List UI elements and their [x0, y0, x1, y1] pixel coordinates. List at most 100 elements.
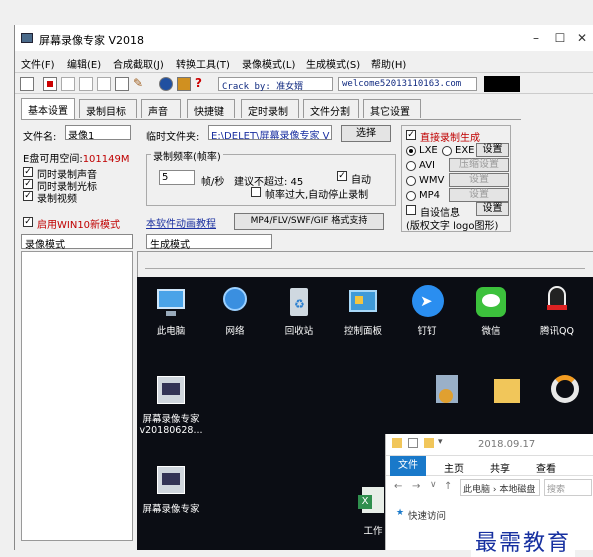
desktop-icon-recorder-2[interactable]: 屏幕录像专家	[139, 463, 203, 515]
recorder-app-icon	[154, 373, 188, 407]
desktop-icon-installer[interactable]	[417, 373, 477, 411]
menu-edit[interactable]: 编辑(E)	[67, 56, 101, 71]
desktop-icon-control-panel[interactable]: 控制面板	[333, 285, 393, 337]
menu-file[interactable]: 文件(F)	[21, 56, 55, 71]
ribbon-tab-file[interactable]: 文件	[390, 456, 426, 476]
desktop-icon-computer[interactable]: 此电脑	[141, 285, 201, 337]
play-icon[interactable]	[97, 77, 111, 91]
address-bar-row: ← → ∨ ↑ 此电脑 › 本地磁盘 搜索	[386, 477, 593, 499]
select-folder-button[interactable]: 选择	[341, 125, 391, 142]
tab-divider	[21, 119, 521, 120]
tutorial-link[interactable]: 本软件动画教程	[146, 215, 216, 230]
ribbon-tab-share[interactable]: 共享	[490, 460, 510, 475]
properties-icon[interactable]	[408, 438, 418, 448]
new-file-icon[interactable]	[20, 77, 34, 91]
mp4-settings-button[interactable]: 设置	[449, 188, 509, 202]
record-list-pane[interactable]	[21, 251, 133, 541]
menu-tools[interactable]: 转换工具(T)	[176, 56, 230, 71]
up-icon[interactable]: ↑	[444, 481, 452, 492]
auto-stop-checkbox[interactable]	[251, 187, 261, 197]
desktop-preview: 此电脑 网络 ♻ 回收站 控制面板 ➤ 钉钉 微信 腾讯QQ 屏幕录像专家 v2…	[137, 277, 593, 550]
recent-dropdown-icon[interactable]: ∨	[430, 480, 437, 490]
settings-icon[interactable]	[177, 77, 191, 91]
filename-input[interactable]: 录像1	[65, 125, 131, 140]
desktop-icon-label: 控制面板	[343, 326, 382, 337]
stop-icon[interactable]	[79, 77, 93, 91]
tab-other[interactable]: 其它设置	[363, 99, 421, 118]
auto-stop-label: 帧率过大,自动停止录制	[265, 190, 369, 201]
qat-dropdown-icon[interactable]: ▾	[438, 437, 443, 447]
menu-compose[interactable]: 合成截取(J)	[113, 56, 164, 71]
record-icon[interactable]	[43, 77, 57, 91]
desktop-icon-dingtalk[interactable]: ➤ 钉钉	[397, 285, 457, 337]
auto-fps-checkbox[interactable]: ✓	[337, 171, 347, 181]
control-panel-icon	[346, 285, 380, 319]
record-video-checkbox[interactable]: ✓	[23, 191, 33, 201]
desktop-icon-overwatch[interactable]	[535, 373, 593, 411]
tab-target[interactable]: 录制目标	[79, 99, 137, 118]
lxe-settings-button[interactable]: 设置	[476, 143, 509, 157]
desktop-icon-wechat[interactable]: 微信	[461, 285, 521, 337]
format-wmv-radio[interactable]	[406, 176, 416, 186]
ribbon-tab-view[interactable]: 查看	[536, 460, 556, 475]
toolbar: ✎ ? Crack by: 准女婿 welcome52013110163.com	[15, 72, 593, 94]
format-lxe-radio[interactable]	[406, 146, 416, 156]
record-sound-checkbox[interactable]: ✓	[23, 167, 33, 177]
direct-generate-checkbox[interactable]: ✓	[406, 130, 416, 140]
auto-info-settings-button[interactable]: 设置	[476, 202, 509, 216]
format-mp4-radio[interactable]	[406, 191, 416, 201]
format-exe-label: EXE	[455, 145, 475, 156]
ribbon-tabs: 文件 主页 共享 查看	[386, 456, 593, 476]
copyright-note: (版权文字 logo图形)	[406, 221, 499, 232]
desktop-icon-label: 回收站	[284, 326, 314, 337]
format-exe-radio[interactable]	[442, 146, 452, 156]
desktop-icon-recycle-bin[interactable]: ♻ 回收站	[269, 285, 329, 337]
desktop-icon-qq[interactable]: 腾讯QQ	[527, 285, 587, 337]
desktop-icon-recorder-1[interactable]: 屏幕录像专家 v20180628...	[139, 373, 203, 436]
globe-icon[interactable]	[159, 77, 173, 91]
format-avi-radio[interactable]	[406, 161, 416, 171]
tab-hotkey[interactable]: 快捷键	[187, 99, 235, 118]
desktop-icon-label: 网络	[225, 326, 245, 337]
menu-help[interactable]: 帮助(H)	[371, 56, 406, 71]
menu-generate-mode[interactable]: 生成模式(S)	[306, 56, 360, 71]
edit-icon[interactable]	[115, 77, 129, 91]
explorer-titlebar: ▾ 2018.09.17	[386, 434, 593, 456]
tab-sound[interactable]: 声音	[141, 99, 181, 118]
desktop-icon-network[interactable]: 网络	[205, 285, 265, 337]
close-icon[interactable]: ✕	[571, 29, 593, 47]
win10-mode-label: 启用WIN10新模式	[37, 220, 121, 231]
win10-mode-checkbox[interactable]: ✓	[23, 217, 33, 227]
filename-label: 文件名:	[23, 132, 57, 143]
new-folder-icon[interactable]	[424, 438, 434, 448]
address-bar[interactable]: 此电脑 › 本地磁盘	[460, 479, 540, 496]
record-cursor-checkbox[interactable]: ✓	[23, 179, 33, 189]
wmv-settings-button[interactable]: 设置	[449, 173, 509, 187]
pause-icon[interactable]	[61, 77, 75, 91]
timeline-ruler[interactable]	[145, 255, 585, 269]
forward-icon[interactable]: →	[412, 481, 420, 492]
desktop-icon-folder[interactable]	[477, 373, 537, 411]
fps-input[interactable]: 5	[159, 170, 195, 185]
record-mode-bar[interactable]: 录像模式	[21, 234, 133, 251]
tempdir-input[interactable]: E:\DELET\屏幕录像专家 V	[208, 125, 332, 140]
avi-compress-button[interactable]: 压缩设置	[449, 158, 509, 172]
crack-label: Crack by: 准女婿	[218, 77, 333, 92]
tab-split[interactable]: 文件分割	[303, 99, 359, 118]
auto-info-checkbox[interactable]	[406, 205, 416, 215]
generate-mode-bar[interactable]: 生成模式	[146, 234, 272, 251]
magic-wand-icon[interactable]: ✎	[133, 77, 147, 91]
maximize-icon[interactable]: ☐	[549, 29, 571, 47]
tab-timer[interactable]: 定时录制	[241, 99, 299, 118]
format-support-button[interactable]: MP4/FLV/SWF/GIF 格式支持	[234, 213, 384, 230]
menu-record-mode[interactable]: 录像模式(L)	[242, 56, 295, 71]
ribbon-tab-home[interactable]: 主页	[444, 460, 464, 475]
search-input[interactable]: 搜索	[544, 479, 592, 496]
recycle-bin-icon: ♻	[282, 285, 316, 319]
quick-access-link[interactable]: 快速访问	[408, 508, 446, 522]
help-icon[interactable]: ?	[195, 77, 209, 91]
tab-basic[interactable]: 基本设置	[21, 98, 75, 119]
back-icon[interactable]: ←	[394, 481, 402, 492]
minimize-icon[interactable]: –	[525, 29, 547, 47]
free-space-label: E盘可用空间:101149M	[23, 154, 130, 165]
